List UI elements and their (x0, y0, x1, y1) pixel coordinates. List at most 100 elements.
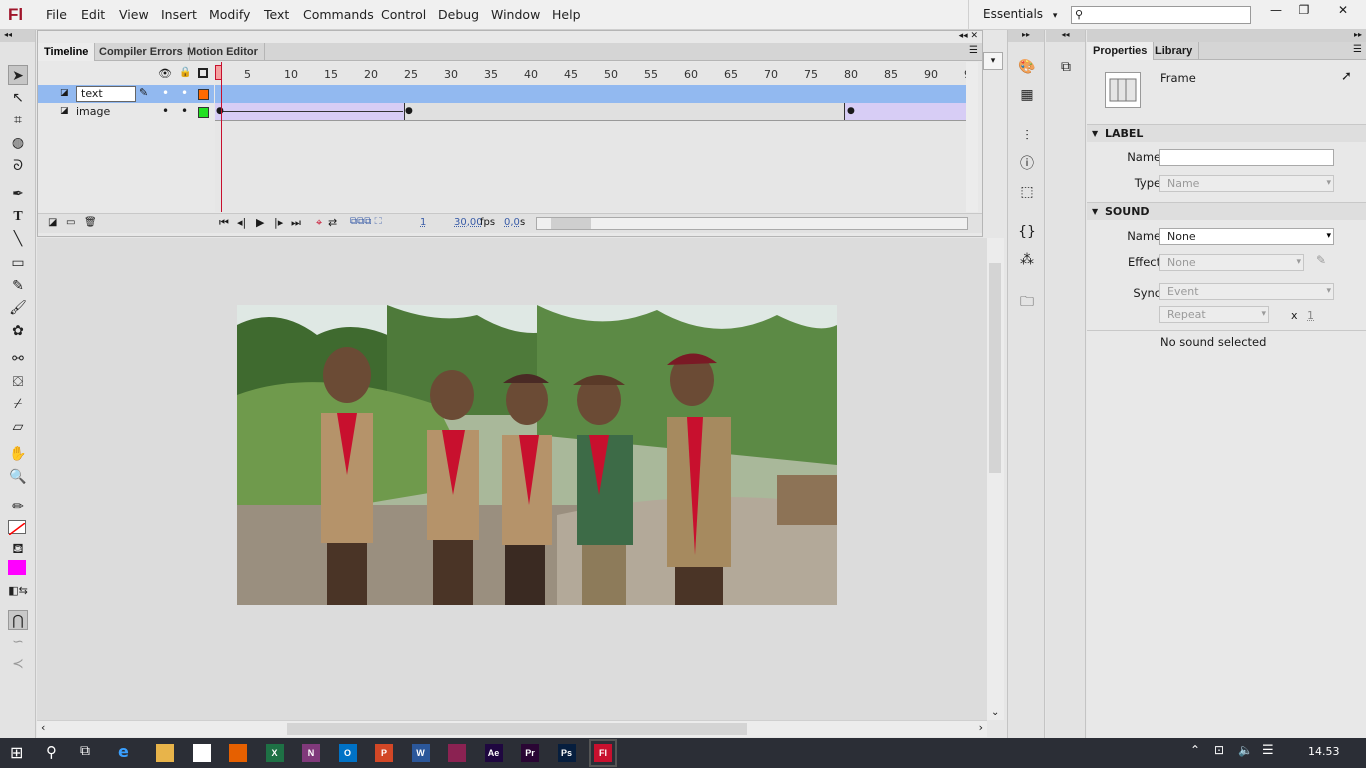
stage-hscroll[interactable]: ‹ › (37, 720, 987, 737)
delete-layer-icon[interactable]: 🗑 (84, 217, 97, 228)
free-transform-icon[interactable]: ⌗ (8, 110, 28, 130)
loop-icon[interactable]: ⇄ (328, 216, 337, 229)
static-span[interactable] (405, 103, 845, 120)
layer-name-input[interactable]: text (76, 86, 136, 102)
playhead[interactable] (215, 62, 222, 212)
windows-start-icon[interactable]: ⊞ (10, 743, 23, 762)
menu-help[interactable]: Help (552, 7, 581, 22)
scroll-left-icon[interactable]: ‹ (41, 721, 45, 734)
deco-tool-icon[interactable]: ✿ (8, 321, 28, 341)
menu-edit[interactable]: Edit (81, 7, 105, 22)
sound-section[interactable]: ▼ SOUND (1087, 202, 1366, 220)
minimize-button[interactable]: — (1261, 0, 1291, 20)
layer-color-swatch[interactable] (198, 89, 209, 100)
menu-text[interactable]: Text (264, 7, 289, 22)
fill-color-icon[interactable]: ⛾ (8, 539, 28, 559)
close-button[interactable]: ✕ (1323, 0, 1363, 20)
panel-menu-icon[interactable]: ☰ (1353, 44, 1362, 55)
tab-properties[interactable]: Properties (1087, 42, 1155, 60)
scroll-down-icon[interactable]: ⌄ (991, 707, 999, 718)
restore-button[interactable]: ❐ (1289, 0, 1319, 20)
taskbar-app-after-effects[interactable]: Ae (484, 744, 503, 762)
search-input[interactable]: ⚲ (1071, 6, 1251, 24)
stage-photo[interactable] (237, 305, 837, 605)
taskbar-app-flash[interactable]: Fl (589, 739, 617, 767)
menu-window[interactable]: Window (491, 7, 540, 22)
new-layer-icon[interactable]: ◪ (48, 217, 57, 228)
stage-vscroll[interactable]: ⌄ (987, 238, 1004, 720)
taskbar-app-photoshop[interactable]: Ps (557, 744, 576, 762)
fps-value[interactable]: 30,00 (454, 217, 483, 228)
tween-span-2[interactable] (845, 103, 969, 120)
fill-swatch[interactable] (8, 560, 26, 575)
eraser-icon[interactable]: ▱ (8, 417, 28, 437)
center-frame-icon[interactable]: ⌖ (316, 216, 322, 230)
outline-icon[interactable] (198, 68, 208, 78)
eye-icon[interactable]: 👁 (158, 67, 172, 80)
taskbar-app-excel[interactable]: X (265, 744, 284, 762)
volume-icon[interactable]: 🔈 (1238, 743, 1253, 757)
action-center-icon[interactable]: ☰ (1262, 743, 1274, 758)
scroll-right-icon[interactable]: › (979, 721, 983, 734)
sync-select[interactable]: Event ▾ (1159, 283, 1334, 300)
layer-color-swatch[interactable] (198, 107, 209, 118)
lasso-icon[interactable]: ᘐ (8, 156, 28, 176)
timeline-vscroll[interactable] (966, 62, 978, 212)
eyedropper-icon[interactable]: ⌿ (8, 394, 28, 414)
repeat-select[interactable]: Repeat ▾ (1159, 306, 1269, 323)
tab-timeline[interactable]: Timeline (38, 43, 96, 61)
brush-tool-icon[interactable]: 🖌 (8, 298, 28, 318)
chevron-up-icon[interactable]: ⌃ (1190, 743, 1200, 757)
rectangle-tool-icon[interactable]: ▭ (8, 253, 28, 273)
taskbar-app-word[interactable]: W (411, 744, 430, 762)
visibility-dot[interactable]: • (162, 86, 169, 100)
taskbar-app-file-explorer[interactable] (156, 744, 174, 762)
time-value[interactable]: 0,0 (504, 217, 520, 228)
next-frame-icon[interactable]: |▸ (274, 216, 283, 229)
taskbar-app-premiere[interactable]: Pr (521, 744, 539, 762)
effect-select[interactable]: None ▾ (1159, 254, 1304, 271)
straighten-icon[interactable]: ≺ (8, 654, 28, 674)
paint-bucket-icon[interactable]: ⛋ (8, 372, 28, 392)
play-icon[interactable]: ▶ (256, 216, 264, 229)
image-layer-frames[interactable]: ● ● ● (215, 103, 969, 121)
clock[interactable]: 14.53 (1308, 745, 1340, 758)
taskbar-app-store[interactable] (192, 744, 211, 762)
hscroll-thumb[interactable] (287, 723, 747, 735)
label-section[interactable]: ▼ LABEL (1087, 124, 1366, 142)
tab-compiler-errors[interactable]: Compiler Errors (93, 43, 190, 61)
zoom-tool-icon[interactable]: 🔍 (8, 467, 28, 487)
vscroll-thumb[interactable] (989, 263, 1001, 473)
tab-motion-editor[interactable]: Motion Editor (181, 43, 265, 61)
frame-grid[interactable]: 1510152025303540455055606570758085909 ● … (215, 62, 971, 212)
stroke-swatch[interactable] (8, 520, 26, 536)
help-icon[interactable]: ➚ (1341, 69, 1352, 84)
transform-panel-icon[interactable]: ⬚ (1017, 182, 1037, 202)
project-panel-icon[interactable]: 🗀 (1017, 292, 1037, 312)
motion-presets-icon[interactable]: ⧉ (1056, 57, 1076, 77)
menu-insert[interactable]: Insert (161, 7, 197, 22)
last-frame-icon[interactable]: ⏭ (291, 216, 301, 230)
text-layer-frames[interactable] (215, 85, 969, 103)
selection-tool-icon[interactable]: ➤ (8, 65, 28, 85)
menu-modify[interactable]: Modify (209, 7, 250, 22)
info-panel-icon[interactable]: ⓘ (1017, 154, 1037, 174)
label-type-select[interactable]: Name ▾ (1159, 175, 1334, 192)
workspace-switcher[interactable]: Essentials ▾ (968, 0, 1063, 30)
menu-control[interactable]: Control (381, 7, 426, 22)
swap-colors-icon[interactable]: ◧⇆ (8, 581, 28, 601)
color-panel-icon[interactable]: 🎨 (1017, 57, 1037, 77)
task-view-icon[interactable]: ⧉ (80, 743, 90, 759)
edge-icon[interactable]: e (118, 742, 129, 761)
snap-magnet-icon[interactable]: ⋂ (8, 610, 28, 630)
components-icon[interactable]: ⁂ (1017, 250, 1037, 270)
onion-skin-icon[interactable]: ⧉⧉⧉ ⛶ (350, 216, 382, 227)
pen-tool-icon[interactable]: ✒ (8, 184, 28, 204)
stroke-color-icon[interactable]: ✏ (8, 497, 28, 517)
taskbar-app-outlook[interactable]: O (338, 744, 357, 762)
taskbar-app-onenote[interactable]: N (302, 744, 320, 762)
lock-icon[interactable]: 🔒 (179, 67, 191, 78)
text-tool-icon[interactable]: T (8, 207, 28, 227)
menu-commands[interactable]: Commands (303, 7, 374, 22)
hand-tool-icon[interactable]: ✋ (8, 444, 28, 464)
